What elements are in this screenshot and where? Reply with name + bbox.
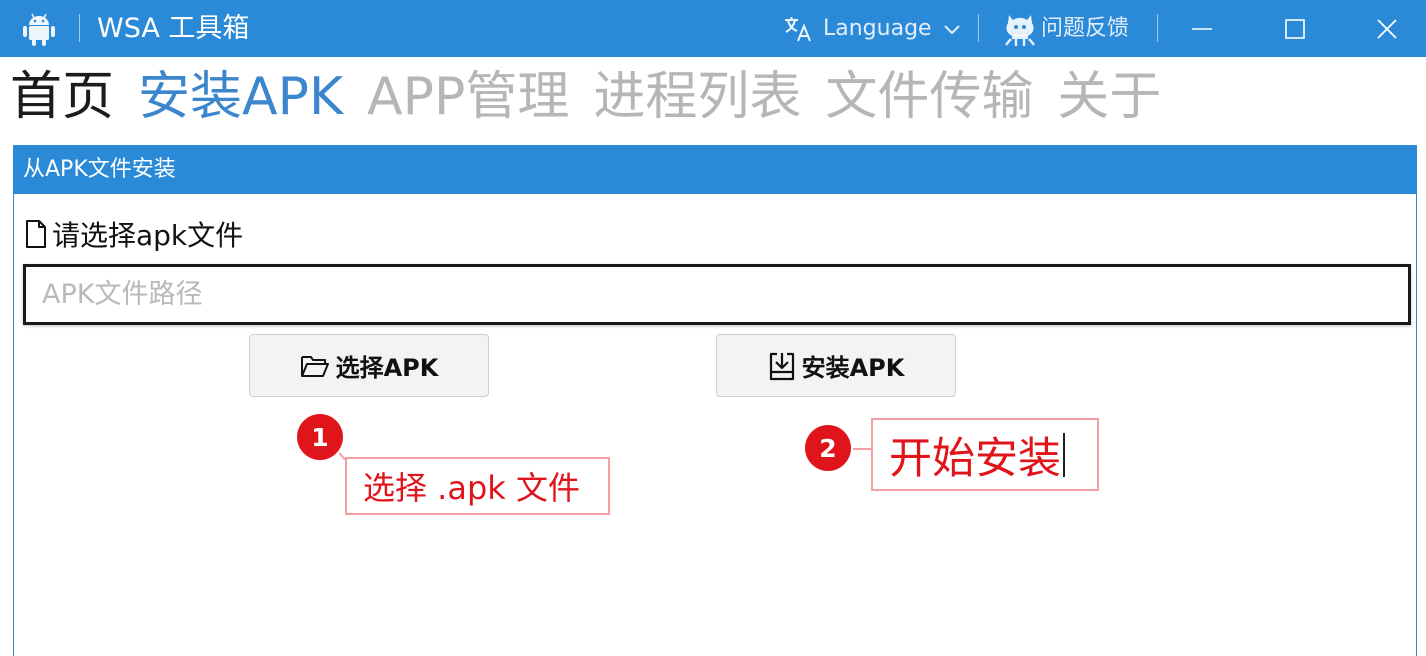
annotation-callout-2: 开始安装 [871,418,1099,491]
close-button[interactable] [1357,0,1417,57]
tab-about[interactable]: 关于 [1057,60,1161,135]
file-icon [26,220,46,248]
annotation-marker-2: 2 [805,425,851,471]
select-apk-button-label: 选择APK [335,354,439,382]
chevron-down-icon[interactable] [942,19,962,39]
install-apk-button[interactable]: 安装APK [716,334,956,397]
close-icon [1377,18,1397,39]
title-separator [1157,14,1158,42]
download-tray-icon [769,352,794,380]
tab-app-management[interactable]: APP管理 [367,60,569,135]
minimize-button[interactable] [1172,0,1232,57]
tab-file-transfer[interactable]: 文件传输 [825,60,1033,135]
tab-home[interactable]: 首页 [10,60,114,135]
android-icon [23,13,55,46]
annotation-callout-2-text: 开始安装 [889,433,1061,484]
folder-open-icon [300,355,329,377]
maximize-button[interactable] [1265,0,1325,57]
tab-process-list[interactable]: 进程列表 [593,60,801,135]
main-nav: 首页 安装APK APP管理 进程列表 文件传输 关于 [10,60,1185,135]
annotation-connector [852,448,872,450]
translate-icon[interactable] [782,13,814,45]
tab-install-apk[interactable]: 安装APK [138,60,343,135]
annotation-callout-1: 选择 .apk 文件 [345,457,610,515]
title-separator [79,14,80,42]
github-octocat-icon[interactable] [1003,11,1037,47]
install-from-apk-panel: 从APK文件安装 请选择apk文件 选择APK 安装APK [13,145,1417,656]
maximize-icon [1285,18,1305,39]
title-bar: WSA 工具箱 Language 问题反馈 [0,0,1426,57]
feedback-link[interactable]: 问题反馈 [1041,0,1129,57]
select-apk-label-text: 请选择apk文件 [52,219,244,252]
annotation-marker-1: 1 [297,414,343,460]
select-apk-label: 请选择apk文件 [24,216,243,252]
minimize-icon [1192,27,1212,30]
select-apk-button[interactable]: 选择APK [249,334,489,397]
app-title: WSA 工具箱 [97,13,250,44]
title-separator [978,14,979,42]
panel-header: 从APK文件安装 [14,146,1416,194]
apk-path-input[interactable] [23,264,1411,325]
language-dropdown-label[interactable]: Language [823,0,932,57]
text-caret [1063,432,1065,477]
install-apk-button-label: 安装APK [801,354,905,382]
wsa-toolbox-window: WSA 工具箱 Language 问题反馈 首页 安装APK APP管理 进程列… [0,0,1426,656]
